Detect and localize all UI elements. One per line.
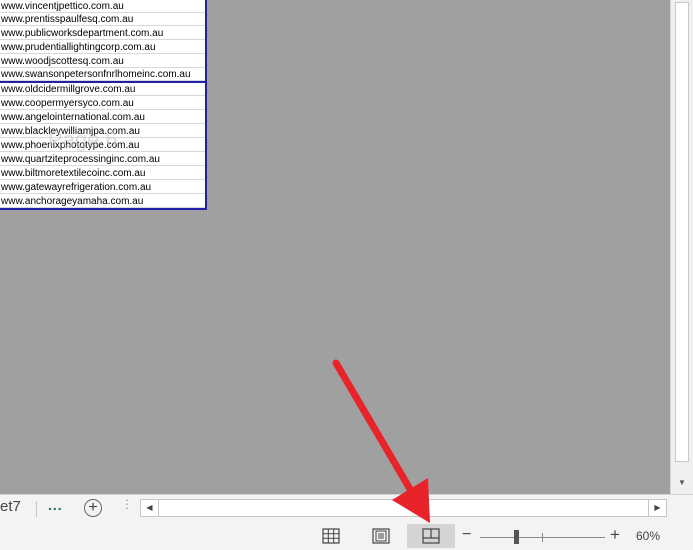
cell-row[interactable]: www.angelointernational.com.au	[0, 111, 205, 124]
cell-row[interactable]: www.quartziteprocessinginc.com.au	[0, 153, 205, 166]
zoom-level-readout[interactable]: 60%	[636, 529, 660, 543]
grid-icon	[322, 528, 340, 544]
page-layout-view-button[interactable]	[357, 524, 405, 548]
scroll-down-arrow-icon[interactable]: ▼	[675, 476, 689, 490]
vertical-scrollbar[interactable]: ▼	[670, 0, 693, 494]
cell-row[interactable]: www.biltmoretextilecoinc.com.au	[0, 167, 205, 180]
status-bar: − + 60%	[0, 522, 693, 550]
cell-row[interactable]: www.coopermyersyco.com.au	[0, 97, 205, 110]
cell-row[interactable]: www.swansonpetersonfnrlhomeinc.com.au	[0, 68, 205, 81]
tab-divider	[36, 501, 37, 517]
tab-split-handle[interactable]: ⋮	[121, 498, 133, 510]
cell-row[interactable]: www.oldcidermillgrove.com.au	[0, 83, 205, 96]
page-break-line[interactable]	[0, 81, 207, 83]
normal-view-button[interactable]	[307, 524, 355, 548]
sheet-tab-bar: et7 ... + ⋮ ◀ ▶	[0, 494, 693, 522]
cell-row[interactable]: www.woodjscottesq.com.au	[0, 55, 205, 68]
print-page-region: www.vincentjpettico.com.au www.prentissp…	[0, 0, 207, 210]
add-sheet-button[interactable]: +	[84, 499, 102, 517]
worksheet-area[interactable]: www.vincentjpettico.com.au www.prentissp…	[0, 0, 670, 494]
cell-row[interactable]: www.anchorageyamaha.com.au	[0, 195, 205, 208]
page-break-preview-icon	[422, 528, 440, 544]
more-sheets-button[interactable]: ...	[48, 497, 63, 513]
vertical-scroll-thumb[interactable]	[675, 2, 689, 462]
cell-row[interactable]: www.vincentjpettico.com.au	[0, 0, 205, 13]
page-break-preview-button[interactable]	[407, 524, 455, 548]
cell-row[interactable]: www.prudentiallightingcorp.com.au	[0, 41, 205, 54]
page-number-watermark: Page 6	[48, 127, 118, 152]
zoom-slider-center-mark	[542, 533, 543, 542]
page-layout-icon	[372, 528, 390, 544]
horizontal-scrollbar[interactable]: ◀ ▶	[140, 499, 667, 517]
cell-row[interactable]: www.publicworksdepartment.com.au	[0, 27, 205, 40]
cell-row[interactable]: www.gatewayrefrigeration.com.au	[0, 181, 205, 194]
sheet-tab[interactable]: et7	[0, 498, 21, 515]
zoom-out-button[interactable]: −	[462, 526, 471, 544]
zoom-in-button[interactable]: +	[610, 525, 620, 545]
scroll-left-arrow-icon[interactable]: ◀	[141, 500, 159, 516]
zoom-slider-thumb[interactable]	[514, 530, 519, 544]
horizontal-scroll-thumb[interactable]	[161, 501, 651, 515]
cell-row[interactable]: www.prentisspaulfesq.com.au	[0, 13, 205, 26]
scroll-right-arrow-icon[interactable]: ▶	[648, 500, 666, 516]
